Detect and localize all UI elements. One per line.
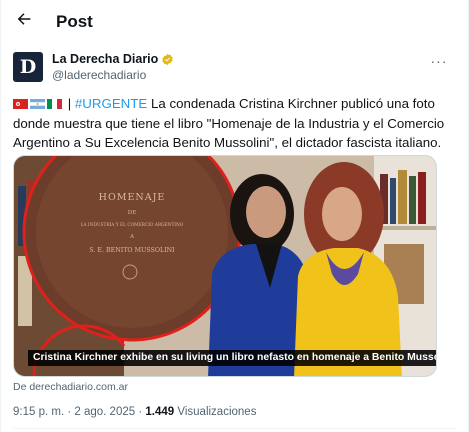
argentina-flag [30,95,45,109]
meta-dot: · [67,406,72,418]
post-image[interactable]: HOMENAJE DE LA INDUSTRIA Y EL COMERCIO A… [13,155,437,377]
post-photo: HOMENAJE DE LA INDUSTRIA Y EL COMERCIO A… [14,156,436,376]
author-name-row[interactable]: La Derecha Diario [52,52,174,66]
post-page: Post D La Derecha Diario @laderechadiari… [0,0,469,432]
book-line: LA INDUSTRIA Y EL COMERCIO ARGENTINO [81,223,184,228]
more-horizontal-icon: ··· [430,53,448,69]
more-options-button[interactable]: ··· [428,52,450,70]
views-count: 1.449 [145,406,175,418]
post-text: | #URGENTE La condenada Cristina Kirchne… [13,94,461,153]
book-line: HOMENAJE [99,192,166,203]
book-line: DE [128,210,136,216]
author-name[interactable]: La Derecha Diario [52,52,158,66]
post-meta: 9:15 p. m. · 2 ago. 2025 · 1.449 Visuali… [13,406,256,418]
verified-badge-icon[interactable] [161,53,174,66]
divider [13,428,456,429]
italy-flag [47,95,62,109]
views-label: Visualizaciones [177,406,257,418]
arrow-left-icon [15,10,33,33]
argentina-flag [13,95,28,109]
link-source[interactable]: De derechadiario.com.ar [13,381,128,393]
avatar-letter: D [19,56,37,78]
book-line: S. E. BENITO MUSSOLINI [89,247,175,254]
meta-dot: · [138,406,143,418]
author-handle[interactable]: @laderechadiario [52,68,146,82]
image-caption: Cristina Kirchner exhibe en su living un… [28,350,436,366]
back-button[interactable] [9,6,39,36]
post-time[interactable]: 9:15 p. m. [13,406,64,418]
hashtag-link[interactable]: #URGENTE [75,96,147,111]
avatar[interactable]: D [13,52,43,82]
text-separator: | [67,96,72,111]
top-bar: Post [1,0,469,44]
page-title: Post [56,12,93,31]
post-date[interactable]: 2 ago. 2025 [74,406,135,418]
post-author: D La Derecha Diario @laderechadiario ··· [13,50,458,86]
